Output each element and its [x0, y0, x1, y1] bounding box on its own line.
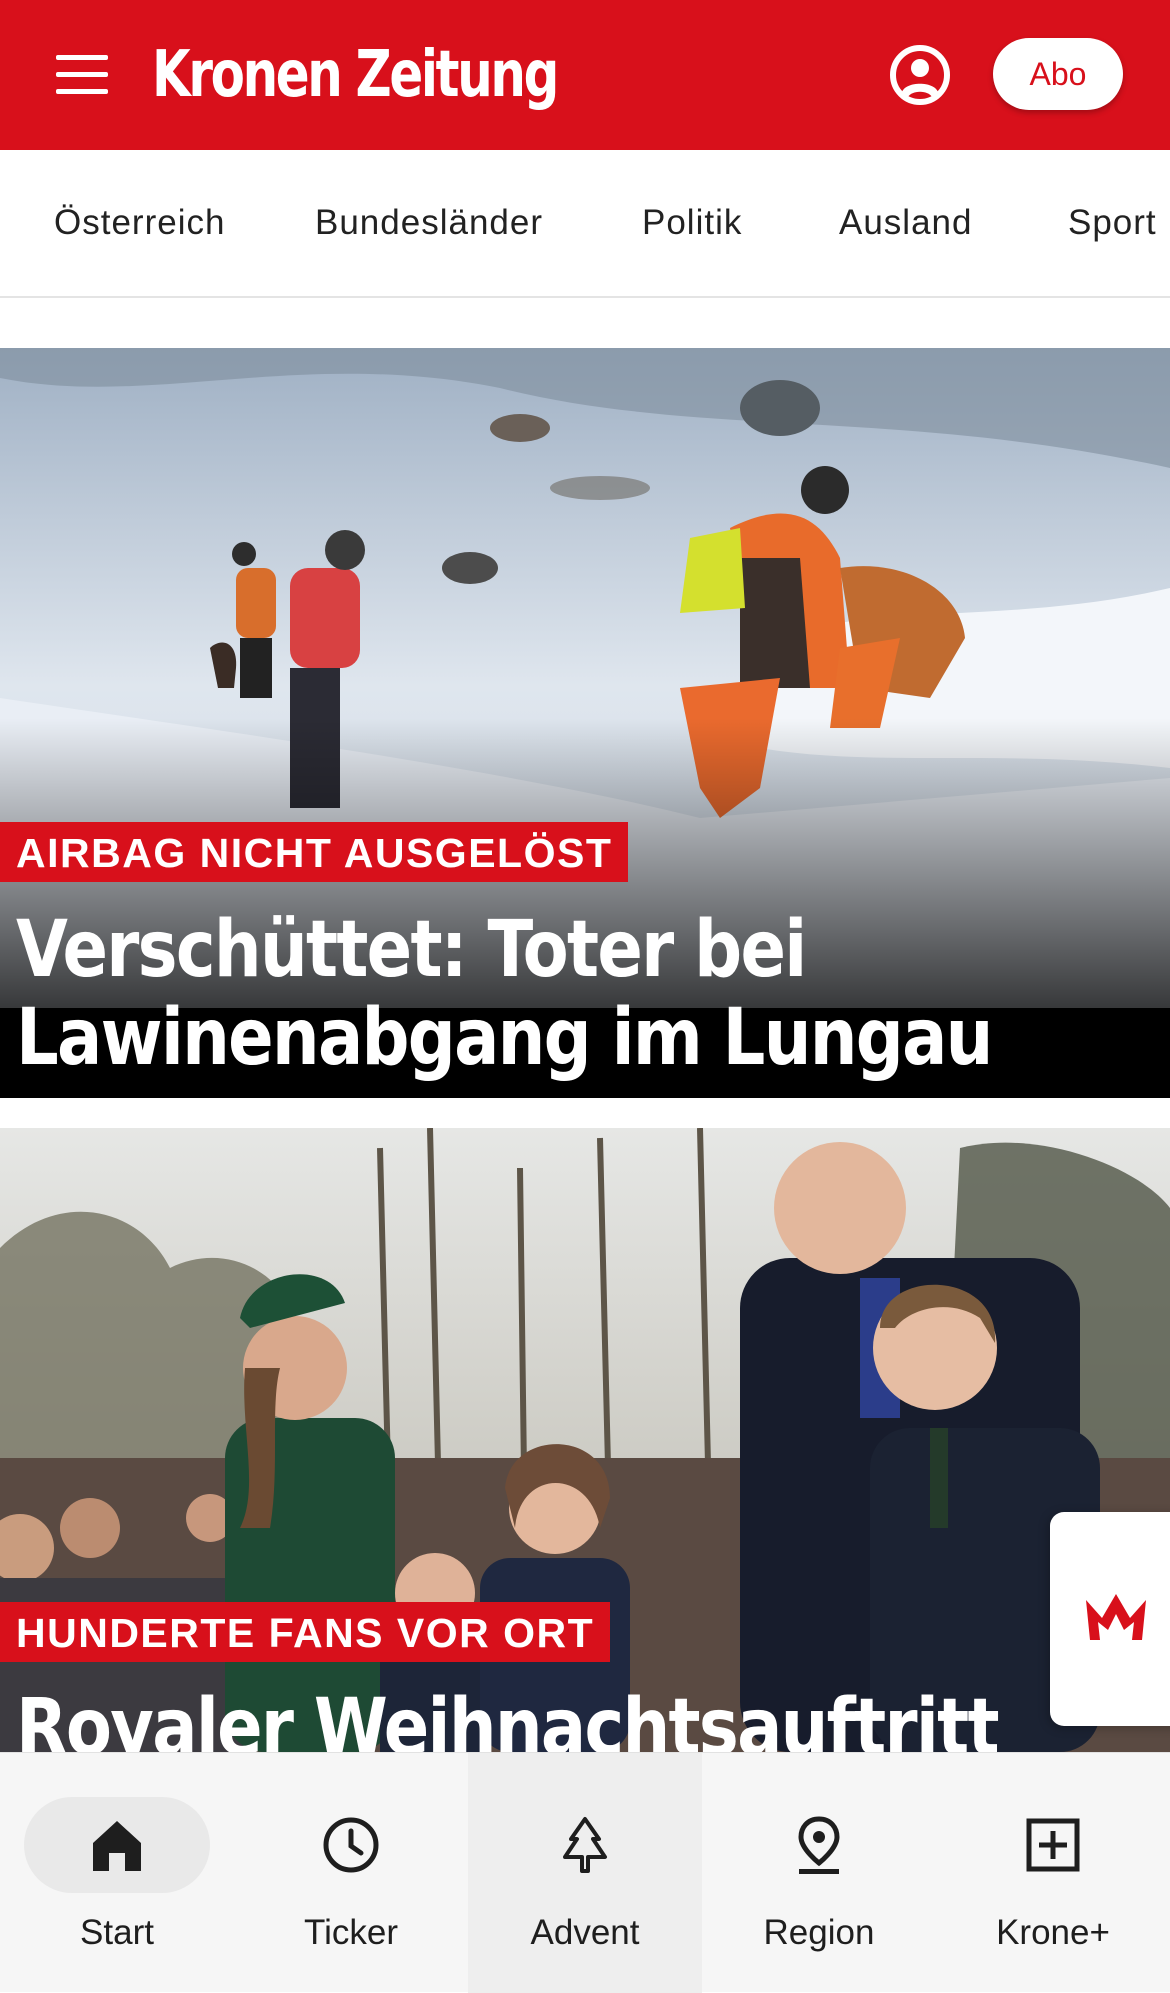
nav-label: Krone+: [996, 1913, 1110, 1952]
menu-button[interactable]: [50, 45, 120, 105]
category-ausland[interactable]: Ausland: [839, 198, 972, 248]
abo-button[interactable]: Abo: [993, 38, 1123, 110]
article-kicker: AIRBAG NICHT AUSGELÖST: [0, 822, 629, 882]
category-bundeslaender[interactable]: Bundesländer: [315, 198, 543, 248]
location-pin-icon: [798, 1816, 840, 1874]
nav-region[interactable]: Region: [702, 1753, 936, 1993]
article-teaser-avalanche[interactable]: AIRBAG NICHT AUSGELÖST Verschüttet: Tote…: [0, 348, 1170, 1098]
nav-label: Advent: [530, 1913, 640, 1952]
category-politik[interactable]: Politik: [642, 198, 742, 248]
nav-advent[interactable]: Advent: [468, 1753, 702, 1993]
article-teaser-royals[interactable]: HUNDERTE FANS VOR ORT Royaler Weihnachts…: [0, 1128, 1170, 1752]
nav-ticker[interactable]: Ticker: [234, 1753, 468, 1993]
krone-plus-floating-button[interactable]: [1050, 1512, 1170, 1726]
category-nav: Österreich Bundesländer Politik Ausland …: [0, 150, 1170, 298]
article-kicker: HUNDERTE FANS VOR ORT: [0, 1602, 611, 1662]
clock-icon: [323, 1817, 379, 1873]
home-icon: [93, 1821, 141, 1871]
category-oesterreich[interactable]: Österreich: [54, 198, 225, 248]
nav-label: Start: [80, 1913, 154, 1952]
plus-box-icon: [1026, 1818, 1080, 1872]
tree-icon: [563, 1817, 607, 1873]
user-circle-icon[interactable]: [888, 43, 952, 107]
top-app-bar: Kronen Zeitung Abo: [0, 0, 1170, 150]
nav-krone-plus[interactable]: Krone+: [936, 1753, 1170, 1993]
site-logo[interactable]: Kronen Zeitung: [152, 30, 559, 120]
article-headline: Verschüttet: Toter bei Lawinenabgang im …: [16, 905, 993, 1083]
nav-start[interactable]: Start: [0, 1753, 234, 1993]
crown-icon: [1086, 1594, 1146, 1640]
bottom-navigation: Start Ticker Advent Region Krone+: [0, 1752, 1170, 1993]
nav-label: Ticker: [304, 1913, 398, 1952]
nav-label: Region: [763, 1913, 875, 1952]
article-headline: Royaler Weihnachtsauftritt: [16, 1683, 1000, 1752]
category-sport[interactable]: Sport: [1068, 198, 1157, 248]
hamburger-menu-icon: [56, 55, 108, 60]
